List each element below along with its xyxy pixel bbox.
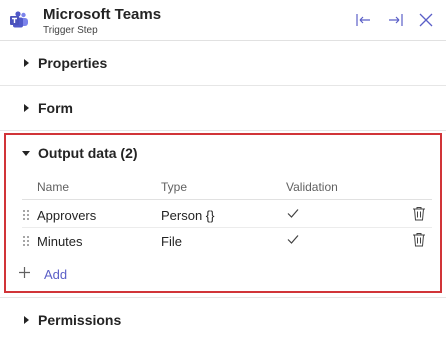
close-icon: [419, 13, 433, 27]
row-type: File: [161, 234, 182, 249]
drag-handle-icon[interactable]: [22, 235, 30, 247]
row-name: Minutes: [37, 234, 83, 249]
add-output-label: Add: [44, 267, 68, 282]
column-header-validation: Validation: [286, 180, 338, 194]
panel-title: Microsoft Teams: [43, 6, 162, 23]
expand-right-button[interactable]: [386, 11, 404, 29]
caret-right-icon: [24, 316, 29, 324]
add-output-button[interactable]: Add: [18, 264, 78, 284]
section-form-header[interactable]: Form: [0, 86, 446, 130]
expand-right-icon: [389, 14, 403, 26]
check-icon: [287, 235, 299, 244]
delete-icon[interactable]: [412, 232, 426, 247]
collapse-left-button[interactable]: [355, 11, 373, 29]
delete-icon[interactable]: [412, 206, 426, 221]
section-properties-header[interactable]: Properties: [0, 41, 446, 85]
caret-right-icon: [24, 59, 29, 67]
section-output-data-label: Output data (2): [38, 145, 138, 161]
table-row[interactable]: Approvers Person {}: [22, 201, 432, 227]
table-row[interactable]: Minutes File: [22, 227, 432, 253]
row-name: Approvers: [37, 208, 97, 223]
column-header-name: Name: [37, 180, 70, 194]
collapse-left-icon: [356, 14, 370, 26]
panel-header: Microsoft Teams Trigger Step: [0, 0, 446, 41]
plus-icon: [19, 267, 30, 278]
column-header-type: Type: [161, 180, 188, 194]
section-permissions-header[interactable]: Permissions: [0, 298, 446, 338]
section-permissions: Permissions: [0, 297, 446, 338]
section-properties: Properties: [0, 41, 446, 86]
section-properties-label: Properties: [38, 55, 108, 71]
drag-handle-icon[interactable]: [22, 209, 30, 221]
section-form: Form: [0, 86, 446, 131]
close-button[interactable]: [417, 11, 435, 29]
section-permissions-label: Permissions: [38, 312, 122, 328]
section-form-label: Form: [38, 100, 73, 116]
caret-down-icon: [22, 151, 30, 156]
row-type: Person {}: [161, 208, 215, 223]
caret-right-icon: [24, 104, 29, 112]
check-icon: [287, 209, 299, 218]
panel-subtitle: Trigger Step: [43, 25, 98, 36]
table-header-divider: [22, 199, 432, 200]
teams-icon: [10, 11, 28, 28]
section-output-data-header[interactable]: Output data (2): [0, 131, 446, 175]
